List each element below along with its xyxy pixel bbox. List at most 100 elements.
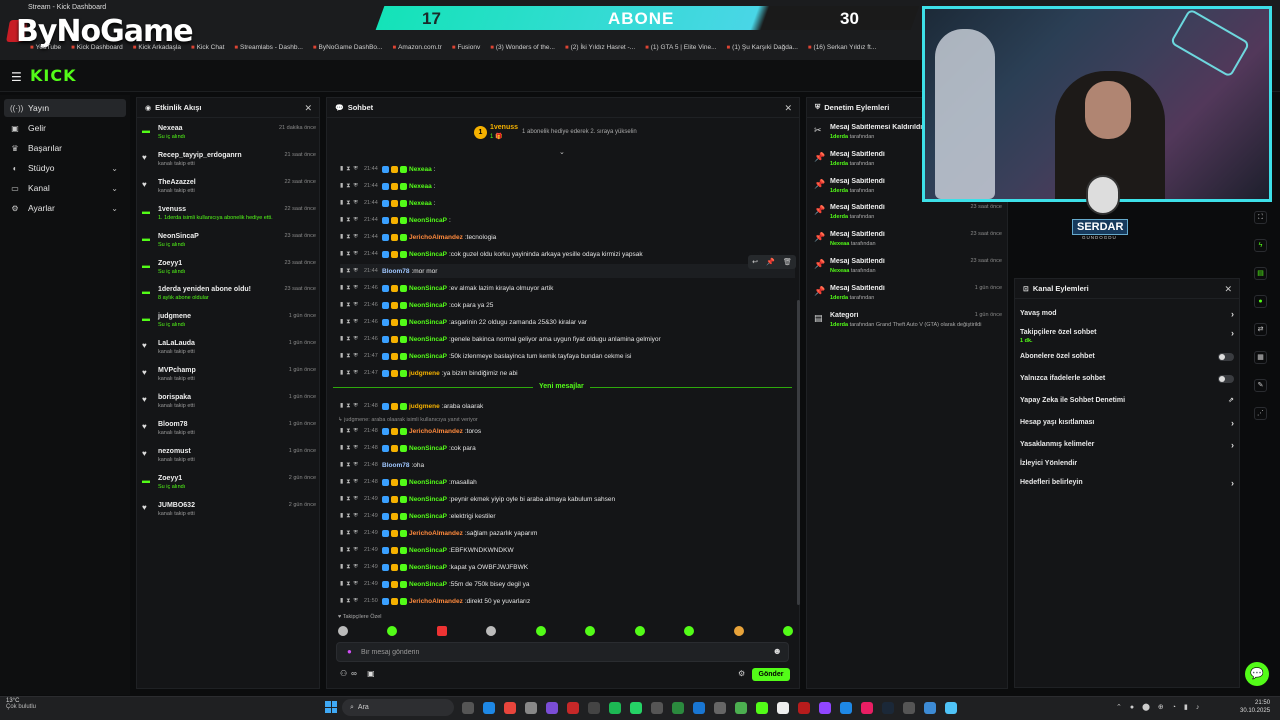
nav-item-channel[interactable]: ▭ Kanal ⌄ [4,179,126,197]
nav-item-settings[interactable]: ⚙ Ayarlar ⌄ [4,199,126,217]
mod-actions-icon[interactable]: ▮⧗⛨ [340,495,364,503]
chat-message[interactable]: ▮⧗⛨ 21:47 judgmene: ya bizim bindiğimiz ne… [340,366,795,380]
app-icon[interactable] [861,702,873,714]
app-icon[interactable] [819,702,831,714]
nav-item-trophy[interactable]: ♛ Başarılar [4,139,126,157]
chat-username[interactable]: JerichoAlmandez [409,598,463,605]
chat-message[interactable]: ▮⧗⛨ 21:49 JerichoAlmandez: sağlam pazarlık… [340,526,795,540]
channel-action-item[interactable]: Yalnızca ifadelerle sohbet [1020,372,1236,390]
chat-message[interactable]: ▮⧗⛨ 21:49 NeonSincaP: 55m de 750k bisey de… [340,577,795,591]
chat-message[interactable]: ▮⧗⛨ 21:44 Nexeaa: [340,162,795,176]
system-tray[interactable]: ⌃●⬤⊕◔▮♪ [1116,703,1207,711]
chat-username[interactable]: NeonSincaP [409,285,447,292]
chat-username[interactable]: NeonSincaP [409,251,447,258]
chat-username[interactable]: NeonSincaP [409,479,447,486]
reply-icon[interactable]: ↩ [752,258,758,266]
moderator-name[interactable]: 1derda [830,134,848,140]
chat-username[interactable]: NeonSincaP [409,513,447,520]
mod-actions-icon[interactable]: ▮⧗⛨ [340,529,364,537]
taskbar-search[interactable]: ⌕ Ara [342,699,454,716]
app-icon[interactable] [714,702,726,714]
moderator-name[interactable]: 1derda [830,214,848,220]
mod-actions-icon[interactable]: ▮⧗⛨ [340,182,364,190]
bookmark-item[interactable]: (1) Şu Karşıki Dağda... [727,44,798,56]
edge-icon[interactable] [483,702,495,714]
obs-icon[interactable] [777,702,789,714]
channel-action-item[interactable]: Hedefleri belirleyin › [1020,476,1236,494]
emote-icon[interactable] [733,626,744,636]
chat-username[interactable]: NeonSincaP [409,217,447,224]
mod-actions-icon[interactable]: ▮⧗⛨ [340,563,364,571]
app-icon[interactable] [651,702,663,714]
mod-actions-icon[interactable]: ▮⧗⛨ [340,478,364,486]
bookmark-item[interactable]: Kick Chat [191,44,225,56]
mod-actions-icon[interactable]: ▮⧗⛨ [340,580,364,588]
channel-action-item[interactable]: Takipçilere özel sohbet 1 dk. › [1020,326,1236,344]
channel-action-item[interactable]: Yavaş mod › [1020,307,1236,325]
mod-actions-icon[interactable]: ▮⧗⛨ [340,284,364,292]
chat-message[interactable]: ▮⧗⛨ 21:49 NeonSincaP: elektrigi kestiler [340,509,795,523]
bookmark-item[interactable]: (16) Serkan Yıldız ft... [808,44,877,56]
emote-icon[interactable] [634,626,645,636]
moderator-name[interactable]: Nexeaa [830,268,849,274]
chat-username[interactable]: Bloom78 [382,462,409,469]
app-icon[interactable] [903,702,915,714]
app-icon[interactable] [798,702,810,714]
chat-message[interactable]: ▮⧗⛨ 21:44 NeonSincaP: [340,213,795,227]
mod-actions-icon[interactable]: ▮⧗⛨ [340,427,364,435]
chat-username[interactable]: NeonSincaP [409,581,447,588]
app-icon[interactable] [924,702,936,714]
toggle-switch[interactable] [1218,375,1234,383]
app-icon[interactable] [546,702,558,714]
emote-icon[interactable] [535,626,546,636]
chat-username[interactable]: Nexeaa [409,166,432,173]
moderator-name[interactable]: 1derda [830,161,848,167]
chat-username[interactable]: NeonSincaP [409,564,447,571]
channel-action-item[interactable]: Abonelere özel sohbet [1020,350,1236,368]
spotify-icon[interactable] [609,702,621,714]
chat-message[interactable]: ▮⧗⛨ 21:44 Nexeaa: [340,179,795,193]
app-icon[interactable] [525,702,537,714]
emote-icon[interactable] [585,626,596,636]
expand-icon[interactable]: ⛶ [1254,211,1267,224]
emote-icon[interactable] [387,626,398,636]
chat-message[interactable]: ▮⧗⛨ 21:48 NeonSincaP: masallah [340,475,795,489]
moderator-name[interactable]: 1derda [830,322,848,328]
chat-username[interactable]: NeonSincaP [409,547,447,554]
chat-input[interactable] [361,645,761,660]
gear-icon[interactable]: ⚙ [738,669,745,678]
chat-message[interactable]: ▮⧗⛨ 21:44 Nexeaa: [340,196,795,210]
bookmark-item[interactable]: (3) Wonders of the... [490,44,555,56]
chat-tools-icon[interactable]: ⚇∞ ▣ [340,669,379,678]
app-icon[interactable] [840,702,852,714]
chat-message[interactable]: ▮⧗⛨ 21:50 JerichoAlmandez: direkt 50 ye yu… [340,594,795,608]
chat-username[interactable]: Bloom78 [382,268,409,275]
chat-username[interactable]: Nexeaa [409,183,432,190]
mod-actions-icon[interactable]: ▮⧗⛨ [340,318,364,326]
chat-message[interactable]: ▮⧗⛨ 21:44 JerichoAlmandez: tecnologia [340,230,795,244]
calendar-icon[interactable]: ▦ [1254,351,1267,364]
emote-icon[interactable] [684,626,695,636]
moderator-name[interactable]: 1derda [830,295,848,301]
mod-actions-icon[interactable]: ▮⧗⛨ [340,402,364,410]
bookmark-item[interactable]: (1) GTA 5 | Elite Vine... [645,44,717,56]
channel-action-item[interactable]: İzleyici Yönlendir [1020,457,1236,475]
close-icon[interactable]: ✕ [1224,284,1232,295]
chat-message[interactable]: ▮⧗⛨ 21:48 NeonSincaP: cok para [340,441,795,455]
chat-username[interactable]: judgmene [409,370,440,377]
windows-start-icon[interactable] [325,701,337,713]
document-icon[interactable]: ▤ [1254,267,1267,280]
swap-icon[interactable]: ⇄ [1254,323,1267,336]
chrome-icon[interactable] [504,702,516,714]
mod-actions-icon[interactable]: ▮⧗⛨ [340,597,364,605]
chat-message[interactable]: ▮⧗⛨ 21:48 Bloom78: oha [340,458,795,472]
nav-item-wallet[interactable]: ▣ Gelir [4,119,126,137]
app-icon[interactable] [567,702,579,714]
chat-message[interactable]: ▮⧗⛨ 21:48 judgmene: araba olaarak [340,399,795,413]
chat-message[interactable]: ▮⧗⛨ 21:48 JerichoAlmandez: toros [340,424,795,438]
bookmark-item[interactable]: YouTube [30,44,62,56]
lightning-icon[interactable]: ϟ [1254,239,1267,252]
mod-actions-icon[interactable]: ▮⧗⛨ [340,512,364,520]
emote-icon[interactable] [338,626,348,636]
chat-message[interactable]: ▮⧗⛨ 21:47 NeonSincaP: 50k izlenmeye baslay… [340,349,795,363]
